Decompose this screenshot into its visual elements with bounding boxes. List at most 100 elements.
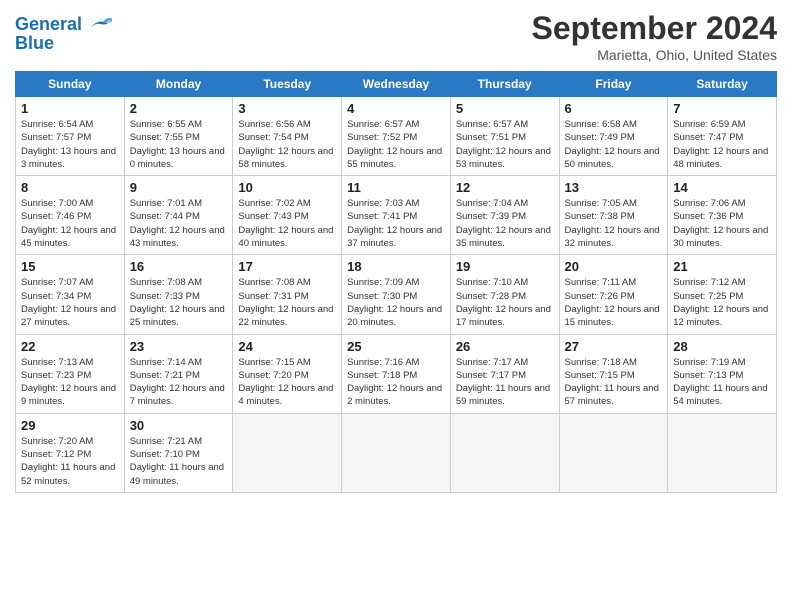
day-info: Sunrise: 7:02 AMSunset: 7:43 PMDaylight:… (238, 197, 336, 250)
calendar-cell: 16 Sunrise: 7:08 AMSunset: 7:33 PMDayligh… (124, 255, 233, 334)
day-number: 21 (673, 259, 771, 274)
column-header-friday: Friday (559, 72, 668, 97)
day-number: 13 (565, 180, 663, 195)
calendar-cell: 10 Sunrise: 7:02 AMSunset: 7:43 PMDayligh… (233, 176, 342, 255)
day-number: 20 (565, 259, 663, 274)
day-number: 2 (130, 101, 228, 116)
calendar-cell: 21 Sunrise: 7:12 AMSunset: 7:25 PMDayligh… (668, 255, 777, 334)
calendar-cell: 9 Sunrise: 7:01 AMSunset: 7:44 PMDaylight… (124, 176, 233, 255)
day-number: 28 (673, 339, 771, 354)
calendar-cell: 1 Sunrise: 6:54 AMSunset: 7:57 PMDaylight… (16, 97, 125, 176)
day-number: 4 (347, 101, 445, 116)
day-number: 17 (238, 259, 336, 274)
month-title: September 2024 (532, 10, 777, 47)
logo-blue-text: Blue (15, 34, 114, 54)
day-info: Sunrise: 7:08 AMSunset: 7:33 PMDaylight:… (130, 276, 228, 329)
day-number: 16 (130, 259, 228, 274)
title-area: September 2024 Marietta, Ohio, United St… (532, 10, 777, 63)
calendar-cell: 8Sunrise: 7:00 AMSunset: 7:46 PMDaylight… (16, 176, 125, 255)
calendar-cell: 19Sunrise: 7:10 AMSunset: 7:28 PMDayligh… (450, 255, 559, 334)
location: Marietta, Ohio, United States (532, 47, 777, 63)
column-header-tuesday: Tuesday (233, 72, 342, 97)
calendar-cell (450, 413, 559, 492)
day-number: 27 (565, 339, 663, 354)
day-info: Sunrise: 7:11 AMSunset: 7:26 PMDaylight:… (565, 276, 663, 329)
day-info: Sunrise: 7:16 AMSunset: 7:18 PMDaylight:… (347, 356, 445, 409)
calendar-cell: 6 Sunrise: 6:58 AMSunset: 7:49 PMDaylight… (559, 97, 668, 176)
day-info: Sunrise: 7:04 AMSunset: 7:39 PMDaylight:… (456, 197, 554, 250)
calendar-cell: 7 Sunrise: 6:59 AMSunset: 7:47 PMDaylight… (668, 97, 777, 176)
day-number: 15 (21, 259, 119, 274)
day-info: Sunrise: 7:03 AMSunset: 7:41 PMDaylight:… (347, 197, 445, 250)
day-info: Sunrise: 7:21 AMSunset: 7:10 PMDaylight:… (130, 435, 228, 488)
calendar-cell: 17 Sunrise: 7:08 AMSunset: 7:31 PMDayligh… (233, 255, 342, 334)
day-number: 23 (130, 339, 228, 354)
calendar-cell (342, 413, 451, 492)
calendar-cell: 27Sunrise: 7:18 AMSunset: 7:15 PMDayligh… (559, 334, 668, 413)
calendar-cell (233, 413, 342, 492)
day-number: 6 (565, 101, 663, 116)
day-number: 24 (238, 339, 336, 354)
day-info: Sunrise: 6:54 AMSunset: 7:57 PMDaylight:… (21, 118, 119, 171)
day-info: Sunrise: 6:57 AMSunset: 7:51 PMDaylight:… (456, 118, 554, 171)
day-number: 12 (456, 180, 554, 195)
calendar-cell: 30 Sunrise: 7:21 AMSunset: 7:10 PMDayligh… (124, 413, 233, 492)
calendar-week-row: 29Sunrise: 7:20 AMSunset: 7:12 PMDayligh… (16, 413, 777, 492)
column-header-wednesday: Wednesday (342, 72, 451, 97)
day-number: 25 (347, 339, 445, 354)
day-number: 5 (456, 101, 554, 116)
calendar-cell: 18Sunrise: 7:09 AMSunset: 7:30 PMDayligh… (342, 255, 451, 334)
calendar-cell (668, 413, 777, 492)
day-info: Sunrise: 6:58 AMSunset: 7:49 PMDaylight:… (565, 118, 663, 171)
day-number: 30 (130, 418, 228, 433)
day-info: Sunrise: 7:01 AMSunset: 7:44 PMDaylight:… (130, 197, 228, 250)
day-number: 29 (21, 418, 119, 433)
calendar-cell: 29Sunrise: 7:20 AMSunset: 7:12 PMDayligh… (16, 413, 125, 492)
calendar-page: General Blue September 2024 Marietta, Oh… (0, 0, 792, 503)
day-number: 11 (347, 180, 445, 195)
calendar-cell: 3Sunrise: 6:56 AMSunset: 7:54 PMDaylight… (233, 97, 342, 176)
day-info: Sunrise: 6:55 AMSunset: 7:55 PMDaylight:… (130, 118, 228, 171)
calendar-cell: 24 Sunrise: 7:15 AMSunset: 7:20 PMDayligh… (233, 334, 342, 413)
day-info: Sunrise: 7:15 AMSunset: 7:20 PMDaylight:… (238, 356, 336, 409)
column-header-sunday: Sunday (16, 72, 125, 97)
day-number: 14 (673, 180, 771, 195)
day-number: 19 (456, 259, 554, 274)
calendar-cell: 23 Sunrise: 7:14 AMSunset: 7:21 PMDayligh… (124, 334, 233, 413)
day-info: Sunrise: 6:59 AMSunset: 7:47 PMDaylight:… (673, 118, 771, 171)
calendar-cell (559, 413, 668, 492)
calendar-cell: 15 Sunrise: 7:07 AMSunset: 7:34 PMDayligh… (16, 255, 125, 334)
day-number: 10 (238, 180, 336, 195)
calendar-cell: 26 Sunrise: 7:17 AMSunset: 7:17 PMDayligh… (450, 334, 559, 413)
logo-text: General (15, 15, 82, 35)
day-number: 7 (673, 101, 771, 116)
day-number: 26 (456, 339, 554, 354)
day-info: Sunrise: 7:06 AMSunset: 7:36 PMDaylight:… (673, 197, 771, 250)
day-info: Sunrise: 6:57 AMSunset: 7:52 PMDaylight:… (347, 118, 445, 171)
day-info: Sunrise: 7:19 AMSunset: 7:13 PMDaylight:… (673, 356, 771, 409)
day-info: Sunrise: 7:08 AMSunset: 7:31 PMDaylight:… (238, 276, 336, 329)
day-number: 18 (347, 259, 445, 274)
calendar-cell: 2 Sunrise: 6:55 AMSunset: 7:55 PMDaylight… (124, 97, 233, 176)
calendar-table: SundayMondayTuesdayWednesdayThursdayFrid… (15, 71, 777, 493)
column-header-saturday: Saturday (668, 72, 777, 97)
calendar-cell: 14 Sunrise: 7:06 AMSunset: 7:36 PMDayligh… (668, 176, 777, 255)
calendar-cell: 11 Sunrise: 7:03 AMSunset: 7:41 PMDayligh… (342, 176, 451, 255)
day-info: Sunrise: 7:14 AMSunset: 7:21 PMDaylight:… (130, 356, 228, 409)
calendar-cell: 4 Sunrise: 6:57 AMSunset: 7:52 PMDaylight… (342, 97, 451, 176)
day-number: 22 (21, 339, 119, 354)
calendar-cell: 25 Sunrise: 7:16 AMSunset: 7:18 PMDayligh… (342, 334, 451, 413)
day-info: Sunrise: 7:12 AMSunset: 7:25 PMDaylight:… (673, 276, 771, 329)
day-info: Sunrise: 7:17 AMSunset: 7:17 PMDaylight:… (456, 356, 554, 409)
day-number: 1 (21, 101, 119, 116)
day-info: Sunrise: 7:07 AMSunset: 7:34 PMDaylight:… (21, 276, 119, 329)
day-number: 8 (21, 180, 119, 195)
calendar-week-row: 22Sunrise: 7:13 AMSunset: 7:23 PMDayligh… (16, 334, 777, 413)
day-number: 9 (130, 180, 228, 195)
day-info: Sunrise: 7:05 AMSunset: 7:38 PMDaylight:… (565, 197, 663, 250)
day-number: 3 (238, 101, 336, 116)
header: General Blue September 2024 Marietta, Oh… (15, 10, 777, 63)
calendar-cell: 28 Sunrise: 7:19 AMSunset: 7:13 PMDayligh… (668, 334, 777, 413)
calendar-cell: 5 Sunrise: 6:57 AMSunset: 7:51 PMDaylight… (450, 97, 559, 176)
calendar-header-row: SundayMondayTuesdayWednesdayThursdayFrid… (16, 72, 777, 97)
